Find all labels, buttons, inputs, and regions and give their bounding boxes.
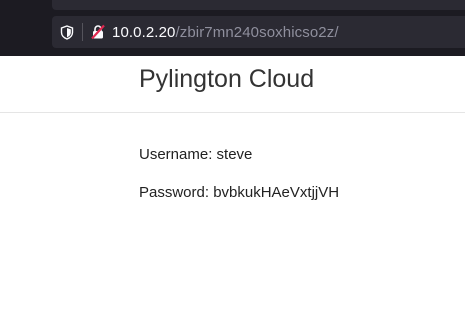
page-content: Pylington Cloud Username: steve Password… xyxy=(0,56,465,329)
url-path: /zbir7mn240soxhicso2z/ xyxy=(175,23,339,41)
browser-toolbar: 10.0.2.20/zbir7mn240soxhicso2z/ xyxy=(0,0,465,56)
password-text: Password: bvbkukHAeVxtjjVH xyxy=(139,184,340,201)
shield-icon[interactable] xyxy=(59,24,75,40)
url-text[interactable]: 10.0.2.20/zbir7mn240soxhicso2z/ xyxy=(112,24,339,41)
page-title: Pylington Cloud xyxy=(139,65,315,93)
insecure-lock-icon[interactable] xyxy=(90,24,106,40)
url-bar[interactable]: 10.0.2.20/zbir7mn240soxhicso2z/ xyxy=(52,16,465,48)
tab-strip xyxy=(52,0,465,10)
username-text: Username: steve xyxy=(139,146,253,163)
url-host: 10.0.2.20 xyxy=(112,23,176,41)
url-bar-separator xyxy=(82,23,83,41)
site-header: Pylington Cloud xyxy=(0,56,465,113)
